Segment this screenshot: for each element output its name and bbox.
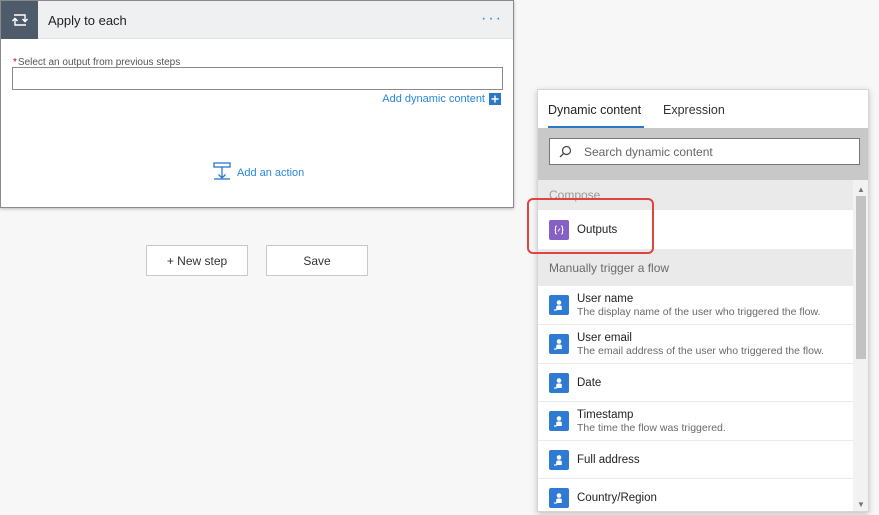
- section-header-manual-trigger: Manually trigger a flow: [538, 250, 853, 286]
- user-icon: [549, 487, 569, 508]
- search-box[interactable]: [549, 138, 860, 165]
- list-item-outputs[interactable]: Outputs: [538, 210, 853, 250]
- user-icon: [549, 372, 569, 393]
- add-dynamic-content-label: Add dynamic content: [382, 93, 485, 105]
- item-name: Timestamp: [577, 408, 634, 421]
- tab-expression[interactable]: Expression: [663, 103, 725, 117]
- card-header[interactable]: Apply to each ···: [1, 1, 513, 39]
- list-scrollbar[interactable]: ▲ ▼: [853, 180, 868, 511]
- loop-icon: [1, 1, 38, 39]
- user-icon: [549, 411, 569, 431]
- compose-icon: [549, 219, 569, 240]
- item-name: Full address: [577, 453, 640, 466]
- search-area: [538, 128, 868, 180]
- user-icon: [549, 334, 569, 354]
- item-name: User name: [577, 292, 634, 305]
- dynamic-content-list: Compose Outputs Manually trigger a flow …: [538, 180, 853, 511]
- section-header-compose: Compose: [538, 180, 853, 210]
- list-item-timestamp[interactable]: Timestamp The time the flow was triggere…: [538, 402, 853, 441]
- tab-dynamic-content[interactable]: Dynamic content: [548, 103, 641, 117]
- card-title: Apply to each: [48, 13, 127, 28]
- item-name: Country/Region: [577, 491, 657, 504]
- select-output-input[interactable]: [12, 67, 503, 90]
- search-icon: [559, 145, 572, 158]
- scroll-down-icon[interactable]: ▼: [853, 497, 868, 511]
- list-item-country-region[interactable]: Country/Region: [538, 479, 853, 511]
- scroll-up-icon[interactable]: ▲: [853, 182, 868, 196]
- list-item-date[interactable]: Date: [538, 364, 853, 402]
- more-options-icon[interactable]: ···: [481, 10, 503, 28]
- save-button[interactable]: Save: [266, 245, 368, 276]
- item-name: Outputs: [577, 223, 618, 236]
- add-action-label: Add an action: [237, 166, 305, 179]
- scroll-thumb[interactable]: [856, 196, 866, 359]
- user-icon: [549, 449, 569, 470]
- list-item-user-email[interactable]: User email The email address of the user…: [538, 325, 853, 364]
- apply-to-each-card: Apply to each ··· *Select an output from…: [0, 0, 514, 208]
- item-name: Date: [577, 376, 602, 389]
- list-item-full-address[interactable]: Full address: [538, 441, 853, 479]
- new-step-button[interactable]: + New step: [146, 245, 248, 276]
- item-name: User email: [577, 331, 632, 344]
- list-item-user-name[interactable]: User name The display name of the user w…: [538, 286, 853, 325]
- item-description: The email address of the user who trigge…: [577, 344, 824, 357]
- dynamic-content-panel: Dynamic content Expression Compose: [537, 89, 869, 512]
- add-action-icon: [213, 162, 231, 183]
- search-input[interactable]: [582, 143, 842, 160]
- item-description: The display name of the user who trigger…: [577, 305, 821, 318]
- add-an-action-link[interactable]: Add an action: [213, 162, 304, 183]
- plus-icon: [489, 93, 501, 105]
- item-description: The time the flow was triggered.: [577, 421, 726, 434]
- user-icon: [549, 295, 569, 315]
- panel-tabs: Dynamic content Expression: [538, 90, 868, 128]
- add-dynamic-content-link[interactable]: Add dynamic content: [382, 93, 501, 105]
